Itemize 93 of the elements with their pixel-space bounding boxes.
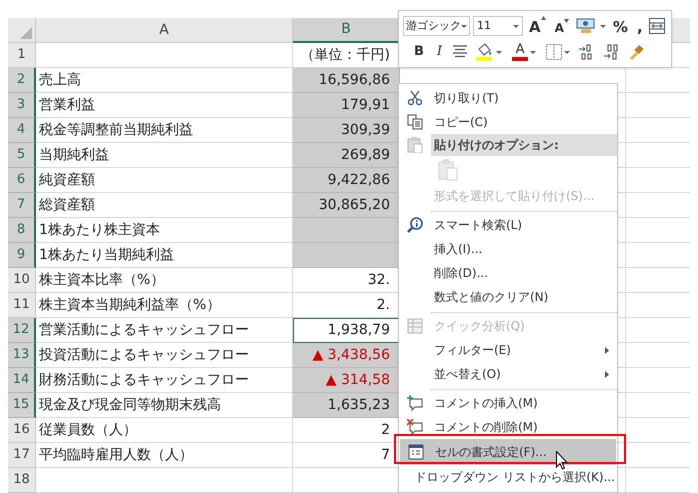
table-cell: 現金及び現金同等物期末残高 — [36, 393, 293, 418]
wrap-text-icon[interactable] — [648, 18, 665, 34]
table-cell: 財務活動によるキャッシュフロー — [36, 368, 293, 393]
font-dropdown[interactable]: 游ゴシック — [403, 16, 470, 36]
row-header[interactable]: 15 — [8, 393, 36, 418]
table-cell: ▲ 3,438,56 — [293, 343, 400, 368]
row-header[interactable]: 1 — [8, 43, 36, 68]
comma-button[interactable]: , — [634, 16, 646, 36]
row-header[interactable]: 2 — [8, 68, 36, 93]
row-header[interactable]: 7 — [8, 193, 36, 218]
table-cell: 269,89 — [293, 143, 400, 168]
font-size-dropdown[interactable]: 11 — [473, 16, 523, 36]
submenu-arrow-icon — [605, 346, 609, 354]
row-header[interactable]: 8 — [8, 218, 36, 243]
menu-item[interactable]: ドロップダウン リストから選択(K)... — [399, 465, 617, 489]
row-header[interactable]: 14 — [8, 368, 36, 393]
row-header[interactable]: 13 — [8, 343, 36, 368]
menu-item[interactable]: コメントの挿入(M) — [399, 391, 617, 415]
center-align-icon[interactable] — [452, 45, 468, 59]
table-cell: 1株あたり株主資本 — [36, 218, 293, 243]
comment-delete-icon — [407, 419, 423, 435]
row-header[interactable]: 5 — [8, 143, 36, 168]
table-cell: 1,635,23 — [293, 393, 400, 418]
menu-item[interactable]: コピー(C) — [399, 110, 617, 134]
row-header[interactable]: 3 — [8, 93, 36, 118]
caret-down-icon — [564, 19, 569, 23]
menu-item[interactable]: 並べ替え(O) — [399, 362, 617, 386]
scissors-icon — [407, 90, 423, 106]
row-header[interactable]: 17 — [8, 443, 36, 468]
fill-color-button[interactable] — [475, 42, 504, 62]
submenu-arrow-icon — [605, 370, 609, 378]
menu-item[interactable]: フィルター(E) — [399, 338, 617, 362]
menu-item[interactable]: 挿入(I)... — [399, 237, 617, 261]
row-header[interactable]: 16 — [8, 418, 36, 443]
menu-item[interactable]: 数式と値のクリア(N) — [399, 285, 617, 309]
table-cell: 純資産額 — [36, 168, 293, 193]
table-cell: 株主資本比率（%） — [36, 268, 293, 293]
row-header[interactable]: 10 — [8, 268, 36, 293]
menu-section-header: 貼り付けのオプション: — [431, 134, 617, 156]
comment-add-icon — [407, 395, 423, 411]
paintbrush-icon[interactable] — [628, 44, 644, 60]
table-cell: 従業員数（人） — [36, 418, 293, 443]
accounting-format-button[interactable] — [574, 16, 607, 36]
magnifier-icon — [407, 217, 423, 233]
caret-icon — [564, 50, 570, 54]
table-cell: 当期純利益 — [36, 143, 293, 168]
table-cell: 総資産額 — [36, 193, 293, 218]
row-header[interactable]: 18 — [8, 468, 36, 493]
clipboard-icon — [407, 137, 423, 153]
table-cell: 営業利益 — [36, 93, 293, 118]
table-cell: 株主資本当期純利益率（%） — [36, 293, 293, 318]
table-cell: 179,91 — [293, 93, 400, 118]
table-cell: 309,39 — [293, 118, 400, 143]
row-header[interactable]: 4 — [8, 118, 36, 143]
copy-icon — [407, 114, 423, 130]
italic-button[interactable]: I — [434, 42, 446, 62]
table-cell: 税金等調整前当期純利益 — [36, 118, 293, 143]
mouse-cursor-icon — [556, 451, 568, 470]
caret-icon — [530, 50, 536, 54]
table-cell: 1株あたり当期純利益 — [36, 243, 293, 268]
caret-icon — [600, 24, 606, 28]
menu-item[interactable]: スマート検索(L) — [399, 213, 617, 237]
table-cell: 30,865,20 — [293, 193, 400, 218]
grow-font-button[interactable]: A — [526, 16, 549, 36]
percent-button[interactable]: % — [610, 16, 631, 36]
table-cell: 平均臨時雇用人数（人） — [36, 443, 293, 468]
caret-up-icon — [540, 16, 546, 20]
column-header[interactable]: B — [293, 18, 400, 43]
shrink-font-button[interactable]: A — [552, 16, 572, 36]
menu-item[interactable]: 削除(D)... — [399, 261, 617, 285]
table-cell: 1,938,79 — [293, 318, 400, 343]
menu-item[interactable]: 切り取り(T) — [399, 86, 617, 110]
row-header[interactable]: 12 — [8, 318, 36, 343]
quick-analysis-icon — [407, 318, 423, 334]
borders-button[interactable] — [545, 42, 572, 62]
menu-item[interactable]: コメントの削除(M) — [399, 415, 617, 439]
caret-icon — [513, 24, 519, 28]
table-cell: ▲ 314,58 — [293, 368, 400, 393]
caret-icon — [496, 50, 502, 54]
table-cell: 9,422,86 — [293, 168, 400, 193]
caret-icon — [461, 24, 467, 28]
table-cell: 投資活動によるキャッシュフロー — [36, 343, 293, 368]
menu-item[interactable]: セルの書式設定(F)... — [400, 439, 616, 465]
table-cell: 売上高 — [36, 68, 293, 93]
format-cells-icon — [408, 444, 424, 460]
font-color-button[interactable]: A — [510, 42, 538, 62]
bold-button[interactable]: B — [411, 42, 427, 62]
table-cell: 16,596,86 — [293, 68, 400, 93]
row-header[interactable]: 11 — [8, 293, 36, 318]
column-header[interactable]: A — [36, 18, 293, 43]
row-header[interactable]: 6 — [8, 168, 36, 193]
table-cell: 営業活動によるキャッシュフロー — [36, 318, 293, 343]
row-header[interactable]: 9 — [8, 243, 36, 268]
